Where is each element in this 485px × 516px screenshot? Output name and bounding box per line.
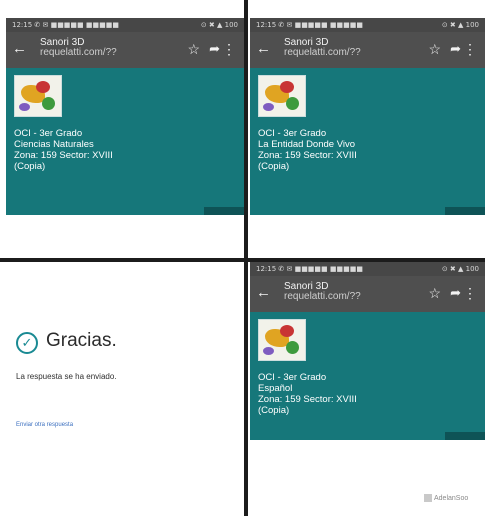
subject-label: Español — [258, 383, 293, 394]
url-field[interactable]: requelatti.com/?? — [40, 47, 117, 59]
status-bar: 12:15 ✆ ✉ ■■■■■ ■■■■■ ⊙ ✖ ▲ 100 — [6, 18, 244, 32]
form-logo — [258, 75, 306, 117]
banner-corner-bar — [445, 432, 485, 440]
url-field[interactable]: requelatti.com/?? — [284, 291, 361, 303]
banner-corner-bar — [445, 207, 485, 215]
watermark: AdelanSoo — [424, 494, 468, 502]
form-header-banner: OCI - 3er Grado Español Zona: 159 Sector… — [250, 312, 485, 440]
share-icon[interactable]: ➦ — [450, 285, 461, 301]
form-logo — [258, 319, 306, 361]
zone-label: Zona: 159 Sector: XVIII — [258, 150, 357, 161]
share-icon[interactable]: ➦ — [209, 41, 220, 57]
star-icon[interactable]: ☆ — [187, 41, 200, 58]
url-field[interactable]: requelatti.com/?? — [284, 47, 361, 59]
form-header-banner: OCI - 3er Grado Ciencias Naturales Zona:… — [6, 68, 244, 215]
copy-label: (Copia) — [258, 161, 290, 172]
grade-label: OCI - 3er Grado — [258, 372, 327, 383]
thanks-heading: Gracias. — [46, 330, 117, 351]
browser-toolbar: ← Sanori 3D requelatti.com/?? ☆ ➦ ⋮ — [6, 32, 244, 68]
form-header-text: OCI - 3er Grado Ciencias Naturales Zona:… — [14, 128, 113, 172]
copy-label: (Copia) — [14, 161, 46, 172]
arrow-left-icon[interactable]: ← — [256, 284, 271, 302]
more-vert-icon[interactable]: ⋮ — [463, 285, 477, 302]
browser-toolbar: ← Sanori 3D requelatti.com/?? ☆ ➦ ⋮ — [250, 276, 485, 312]
screenshot-panel-confirmation: ✓ Gracias. La respuesta se ha enviado. E… — [6, 262, 244, 516]
subject-label: Ciencias Naturales — [14, 139, 94, 150]
more-vert-icon[interactable]: ⋮ — [463, 41, 477, 58]
screenshot-panel-4: 12:15 ✆ ✉ ■■■■■ ■■■■■ ⊙ ✖ ▲ 100 ← Sanori … — [250, 262, 485, 516]
grade-label: OCI - 3er Grado — [14, 128, 83, 139]
star-icon[interactable]: ☆ — [428, 285, 441, 302]
form-header-banner: OCI - 3er Grado La Entidad Donde Vivo Zo… — [250, 68, 485, 215]
submit-another-link[interactable]: Enviar otra respuesta — [16, 422, 73, 428]
grade-label: OCI - 3er Grado — [258, 128, 327, 139]
status-bar: 12:15 ✆ ✉ ■■■■■ ■■■■■ ⊙ ✖ ▲ 100 — [250, 18, 485, 32]
form-header-text: OCI - 3er Grado La Entidad Donde Vivo Zo… — [258, 128, 357, 172]
response-sent-message: La respuesta se ha enviado. — [16, 372, 117, 381]
zone-label: Zona: 159 Sector: XVIII — [258, 394, 357, 405]
check-circle-icon: ✓ — [16, 332, 38, 354]
banner-corner-bar — [204, 207, 244, 215]
form-logo — [14, 75, 62, 117]
subject-label: La Entidad Donde Vivo — [258, 139, 356, 150]
zone-label: Zona: 159 Sector: XVIII — [14, 150, 113, 161]
status-bar: 12:15 ✆ ✉ ■■■■■ ■■■■■ ⊙ ✖ ▲ 100 — [250, 262, 485, 276]
star-icon[interactable]: ☆ — [428, 41, 441, 58]
form-header-text: OCI - 3er Grado Español Zona: 159 Sector… — [258, 372, 357, 416]
share-icon[interactable]: ➦ — [450, 41, 461, 57]
screenshot-panel-2: 12:15 ✆ ✉ ■■■■■ ■■■■■ ⊙ ✖ ▲ 100 ← Sanori … — [250, 18, 485, 258]
browser-toolbar: ← Sanori 3D requelatti.com/?? ☆ ➦ ⋮ — [250, 32, 485, 68]
arrow-left-icon[interactable]: ← — [12, 40, 27, 58]
arrow-left-icon[interactable]: ← — [256, 40, 271, 58]
more-vert-icon[interactable]: ⋮ — [222, 41, 236, 58]
screenshot-panel-1: 12:15 ✆ ✉ ■■■■■ ■■■■■ ⊙ ✖ ▲ 100 ← Sanori … — [6, 18, 244, 258]
copy-label: (Copia) — [258, 405, 290, 416]
